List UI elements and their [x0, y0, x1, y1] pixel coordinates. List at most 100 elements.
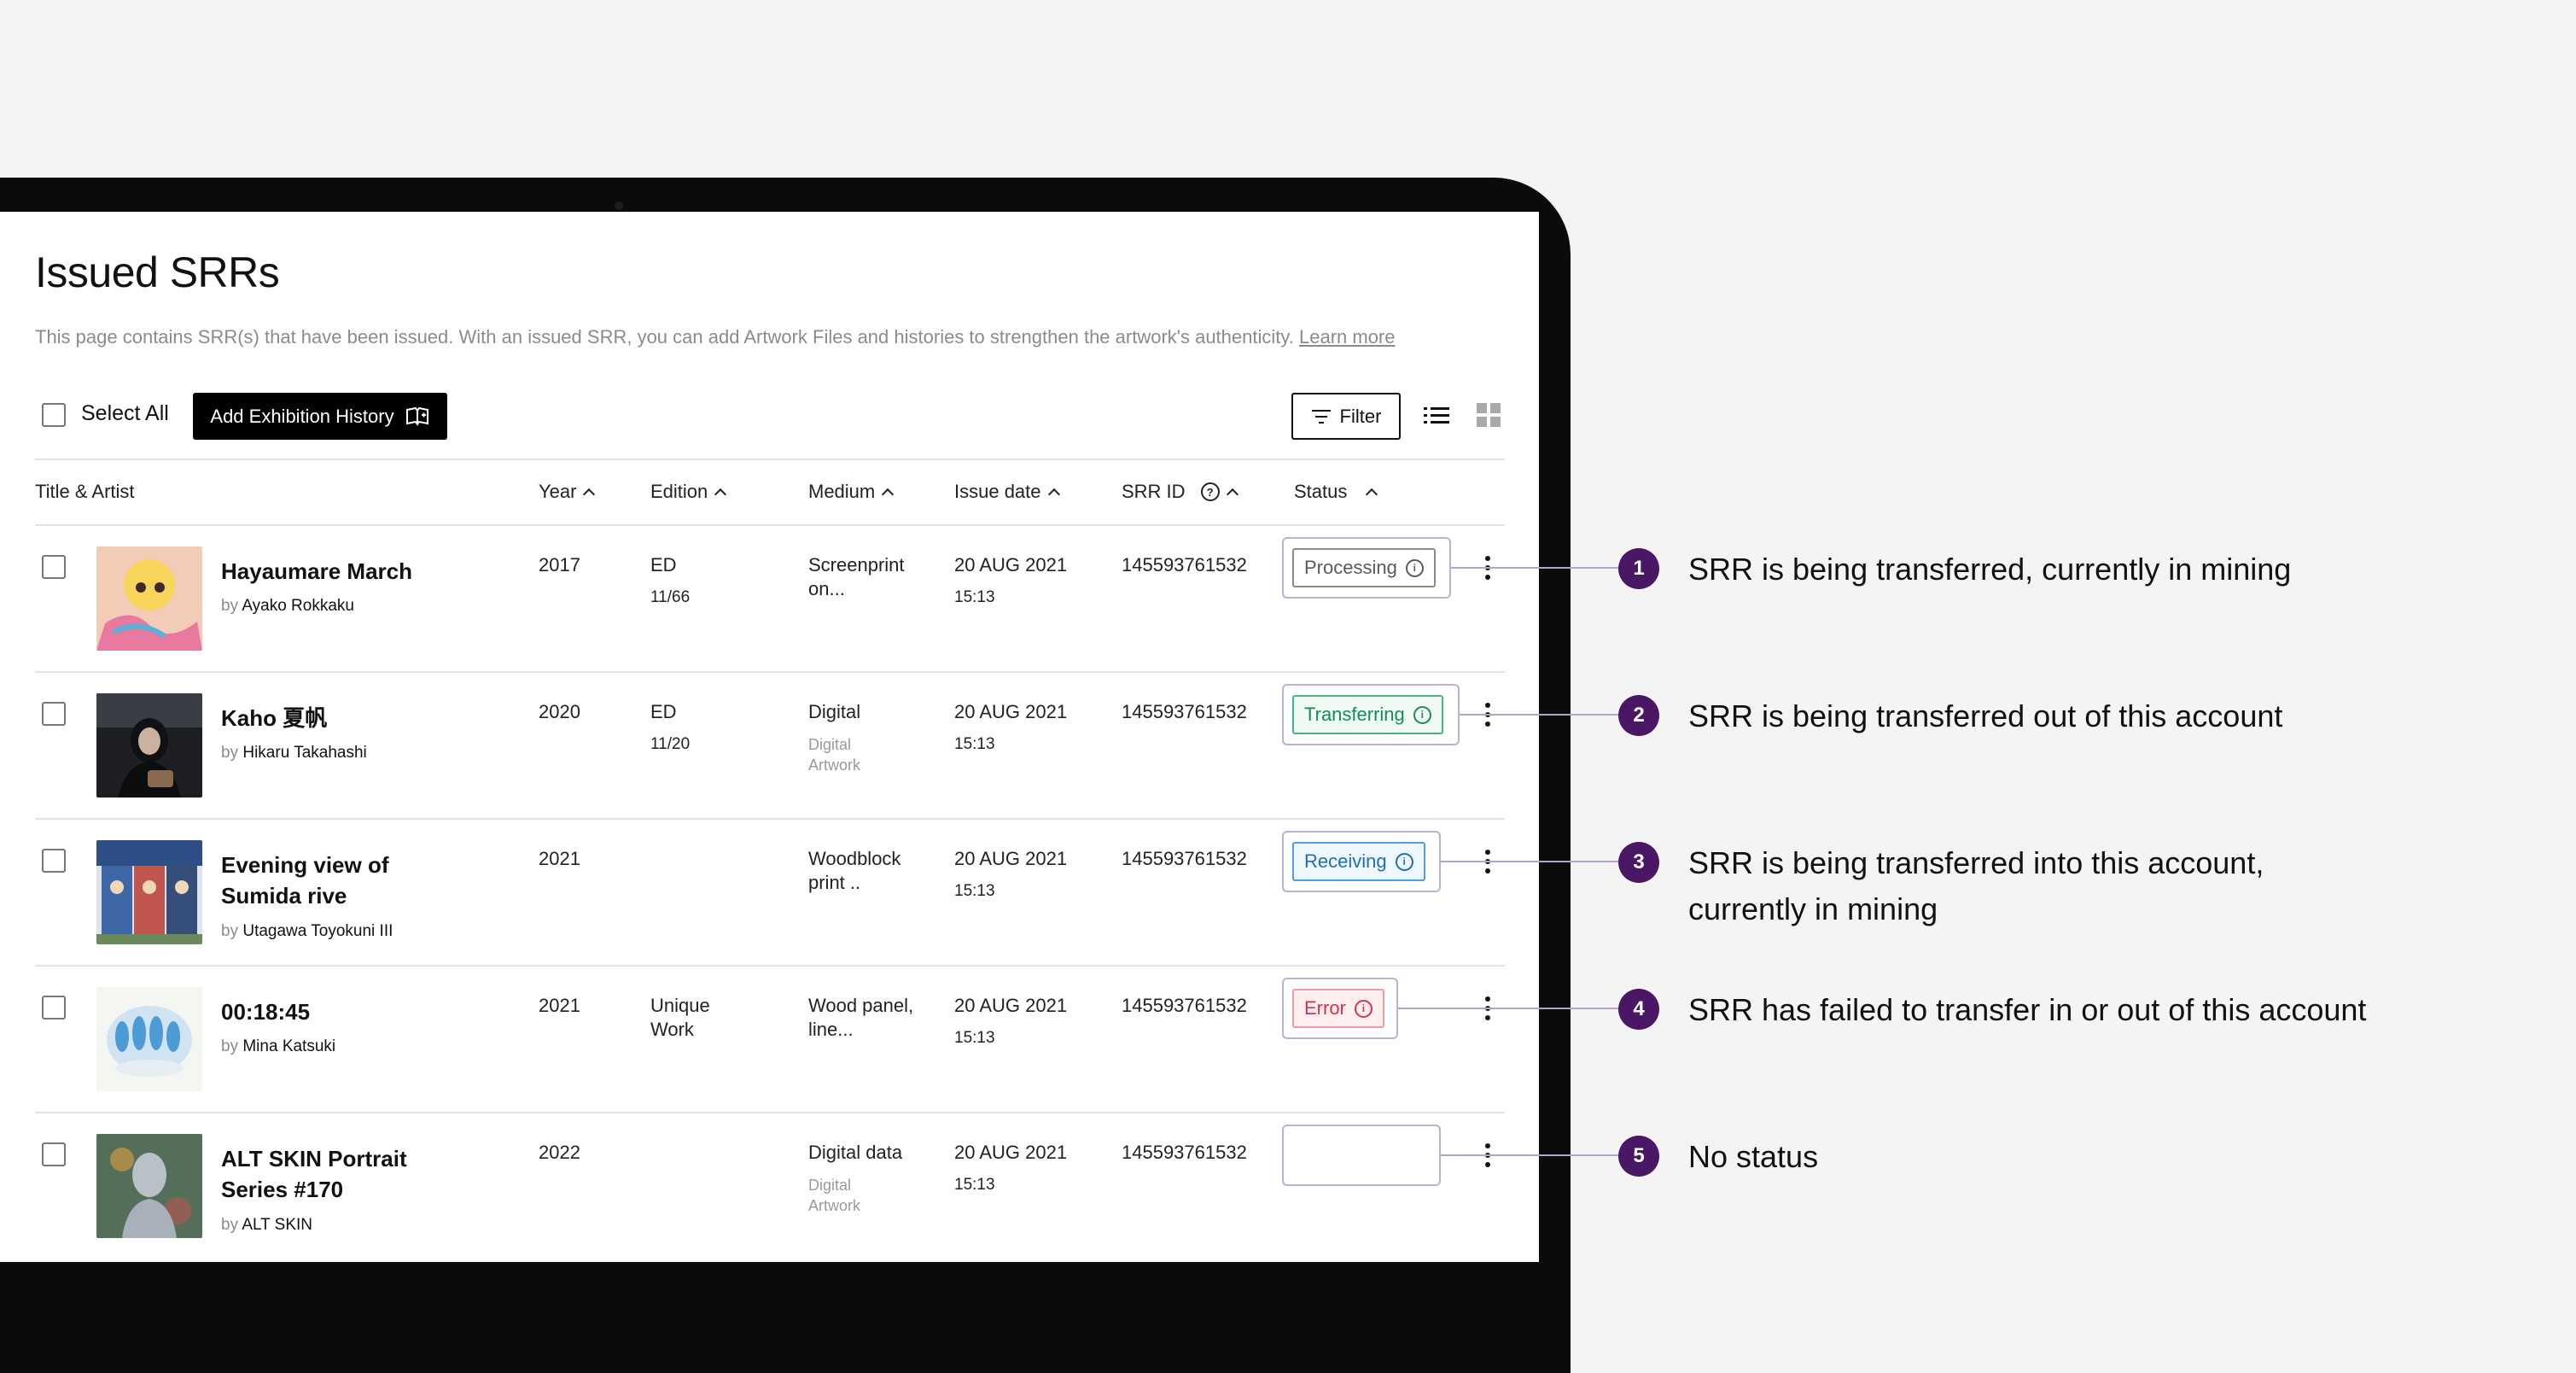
filter-lines-icon [1311, 409, 1331, 424]
edition-cell: ED [650, 701, 677, 722]
srr-id-cell: 145593761532 [1122, 848, 1247, 869]
issue-date-cell: 20 AUG 2021 [954, 554, 1068, 575]
year-cell: 2020 [539, 701, 580, 722]
info-circle-icon[interactable]: i [1405, 558, 1424, 577]
artwork-thumbnail[interactable] [96, 693, 202, 798]
issue-date-cell: 20 AUG 2021 [954, 701, 1068, 722]
callout-number: 3 [1618, 842, 1659, 883]
srr-id-cell: 145593761532 [1122, 995, 1247, 1016]
status-highlight: Receiving i [1282, 831, 1441, 892]
row-checkbox[interactable] [42, 849, 66, 873]
info-circle-icon[interactable]: i [1354, 999, 1373, 1018]
select-all-checkbox[interactable] [42, 403, 66, 427]
info-circle-icon[interactable]: i [1413, 705, 1431, 724]
list-view-icon[interactable] [1424, 405, 1449, 425]
artwork-thumbnail[interactable] [96, 1134, 202, 1238]
status-highlight: Transferring i [1282, 684, 1460, 745]
col-srr-id-label: SRR ID [1122, 481, 1186, 502]
row-divider [35, 671, 1505, 673]
status-badge-error[interactable]: Error i [1292, 989, 1384, 1028]
col-status[interactable]: Status [1294, 481, 1378, 503]
sort-caret-icon [1047, 488, 1060, 501]
col-title-artist[interactable]: Title & Artist [35, 481, 135, 503]
callout-line-1 [1451, 567, 1618, 569]
artist-line: by ALT SKIN [221, 1216, 312, 1235]
artwork-thumbnail[interactable] [96, 987, 202, 1091]
book-plus-icon [405, 406, 428, 426]
row-checkbox[interactable] [42, 555, 66, 579]
callout-text: SRR is being transferred out of this acc… [1688, 698, 2283, 733]
col-year[interactable]: Year [539, 481, 596, 503]
col-medium[interactable]: Medium [808, 481, 895, 503]
callout-text: SRR is being transferred, currently in m… [1688, 552, 2292, 587]
status-highlight: Error i [1282, 978, 1398, 1039]
header-bottom-divider [35, 524, 1505, 526]
issue-time-cell: 15:13 [954, 882, 995, 900]
artwork-title[interactable]: ALT SKIN Portrait Series #170 [221, 1143, 469, 1205]
artwork-thumbnail[interactable] [96, 546, 202, 651]
year-cell: 2022 [539, 1142, 580, 1163]
sort-caret-icon [1366, 488, 1378, 501]
status-highlight-empty [1282, 1125, 1441, 1186]
callout-text: No status [1688, 1139, 1819, 1174]
col-status-label: Status [1294, 481, 1348, 502]
learn-more-link[interactable]: Learn more [1299, 326, 1396, 348]
sort-caret-icon [714, 488, 727, 501]
callout-text-line-2: currently in mining [1688, 891, 1938, 926]
issue-time-cell: 15:13 [954, 588, 995, 606]
col-edition[interactable]: Edition [650, 481, 727, 503]
col-issue-date-label: Issue date [954, 481, 1041, 502]
grid-view-icon[interactable] [1477, 403, 1501, 427]
filter-label: Filter [1339, 405, 1382, 427]
medium-sub-cell: Digital Artwork [808, 736, 861, 774]
by-word: by [221, 1037, 239, 1055]
filter-button[interactable]: Filter [1291, 393, 1401, 440]
row-checkbox[interactable] [42, 702, 66, 726]
artwork-title[interactable]: Hayaumare March [221, 556, 469, 587]
add-exhibition-history-button[interactable]: Add Exhibition History [193, 393, 447, 440]
by-word: by [221, 1216, 239, 1234]
question-circle-icon[interactable]: ? [1200, 482, 1220, 501]
callout-number: 4 [1618, 989, 1659, 1030]
edition-cell: ED [650, 554, 677, 575]
issue-date-cell: 20 AUG 2021 [954, 848, 1068, 869]
artist-line: by Hikaru Takahashi [221, 744, 367, 762]
info-circle-icon[interactable]: i [1395, 852, 1413, 871]
artist-name: Mina Katsuki [242, 1037, 336, 1055]
edition-number: 11/20 [650, 735, 691, 753]
year-cell: 2021 [539, 848, 580, 869]
callout-text: SRR is being transferred into this accou… [1688, 840, 2264, 932]
status-highlight: Processing i [1282, 537, 1451, 599]
status-badge-processing[interactable]: Processing i [1292, 548, 1436, 587]
sort-caret-icon [1226, 488, 1238, 501]
srr-id-cell: 145593761532 [1122, 1142, 1247, 1163]
medium-cell: Screenprint on... [808, 554, 905, 599]
callout-line-2 [1460, 714, 1618, 716]
artwork-title[interactable]: Evening view of Sumida rive [221, 850, 469, 911]
srr-id-cell: 145593761532 [1122, 701, 1247, 722]
add-exhibition-history-label: Add Exhibition History [210, 405, 394, 427]
artwork-thumbnail[interactable] [96, 840, 202, 944]
by-word: by [221, 922, 239, 940]
col-issue-date[interactable]: Issue date [954, 481, 1060, 503]
row-checkbox[interactable] [42, 1142, 66, 1166]
status-badge-transferring[interactable]: Transferring i [1292, 695, 1443, 734]
row-checkbox[interactable] [42, 996, 66, 1020]
edition-cell: Unique Work [650, 995, 710, 1040]
medium-sub-cell: Digital Artwork [808, 1177, 861, 1214]
status-badge-receiving[interactable]: Receiving i [1292, 842, 1425, 881]
col-year-label: Year [539, 481, 577, 502]
header-top-divider [35, 459, 1505, 460]
artwork-title[interactable]: 00:18:45 [221, 996, 469, 1027]
artwork-title[interactable]: Kaho 夏帆 [221, 703, 469, 733]
callout-number: 1 [1618, 548, 1659, 589]
page-description: This page contains SRR(s) that have been… [35, 326, 1396, 348]
page-title: Issued SRRs [35, 248, 280, 296]
col-srr-id[interactable]: SRR ID? [1122, 481, 1238, 503]
issue-date-cell: 20 AUG 2021 [954, 1142, 1068, 1163]
status-label: Processing [1304, 557, 1397, 578]
artist-name: Ayako Rokkaku [242, 597, 354, 615]
issue-time-cell: 15:13 [954, 735, 995, 753]
status-label: Error [1304, 997, 1346, 1019]
issue-date-cell: 20 AUG 2021 [954, 995, 1068, 1016]
